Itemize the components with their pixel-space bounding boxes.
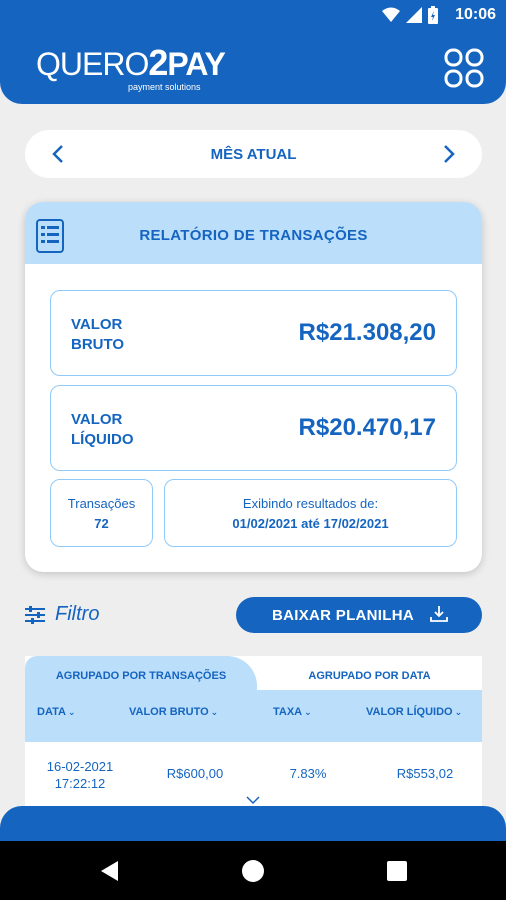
gross-value-box: VALOR BRUTO R$21.308,20 bbox=[50, 290, 457, 376]
sliders-icon bbox=[25, 605, 45, 624]
wifi-icon bbox=[382, 7, 400, 22]
gross-label-line1: VALOR bbox=[71, 316, 123, 333]
download-label: BAIXAR PLANILHA bbox=[272, 607, 414, 624]
transactions-label: Transações bbox=[67, 496, 136, 511]
transactions-report-card: RELATÓRIO DE TRANSAÇÕES VALOR BRUTO R$21.… bbox=[25, 202, 482, 572]
status-icons bbox=[382, 6, 438, 24]
chevron-down-icon[interactable] bbox=[245, 795, 261, 805]
recents-icon[interactable] bbox=[385, 859, 409, 883]
app-logo: QUERO2PAY payment solutions bbox=[36, 45, 226, 93]
logo-number: 2 bbox=[148, 42, 168, 83]
system-navigation-bar bbox=[0, 841, 506, 900]
logo-suffix: PAY bbox=[167, 46, 225, 82]
battery-icon bbox=[428, 6, 438, 24]
column-header-date[interactable]: DATA ⌄ bbox=[37, 706, 75, 718]
home-icon[interactable] bbox=[241, 859, 265, 883]
results-label: Exibindo resultados de: bbox=[242, 496, 379, 511]
filter-label: Filtro bbox=[55, 603, 100, 625]
results-range-box: Exibindo resultados de: 01/02/2021 até 1… bbox=[164, 479, 457, 547]
period-selector: MÊS ATUAL bbox=[25, 130, 482, 178]
row-date: 16-02-2021 bbox=[46, 759, 114, 774]
clock: 10:06 bbox=[455, 6, 496, 23]
row-net: R$553,02 bbox=[396, 766, 454, 781]
back-icon[interactable] bbox=[98, 859, 122, 883]
download-spreadsheet-button[interactable]: BAIXAR PLANILHA bbox=[236, 597, 482, 633]
table-header: DATA ⌄ VALOR BRUTO ⌄ TAXA ⌄ VALOR LÍQUIDO ⌄ bbox=[25, 690, 482, 742]
row-fee: 7.83% bbox=[289, 766, 327, 781]
column-header-fee[interactable]: TAXA ⌄ bbox=[273, 706, 312, 718]
signal-icon bbox=[406, 7, 422, 23]
download-icon bbox=[430, 606, 448, 622]
tab-grouped-by-transactions[interactable]: AGRUPADO POR TRANSAÇÕES bbox=[25, 656, 257, 690]
transactions-table: AGRUPADO POR TRANSAÇÕES AGRUPADO POR DAT… bbox=[25, 656, 482, 806]
tab-grouped-by-date[interactable]: AGRUPADO POR DATA bbox=[257, 656, 482, 690]
gross-label-line2: BRUTO bbox=[71, 336, 125, 353]
row-gross: R$600,00 bbox=[166, 766, 224, 781]
logo-tagline: payment solutions bbox=[128, 82, 201, 92]
logo-prefix: QUERO bbox=[36, 46, 149, 82]
period-label: MÊS ATUAL bbox=[210, 146, 297, 163]
report-header: RELATÓRIO DE TRANSAÇÕES bbox=[25, 202, 482, 264]
chevron-right-icon[interactable] bbox=[436, 142, 460, 166]
apps-grid-icon[interactable] bbox=[444, 48, 484, 88]
net-label-line1: VALOR bbox=[71, 411, 123, 428]
transactions-count: 72 bbox=[94, 516, 109, 531]
bottom-sheet[interactable] bbox=[0, 806, 506, 846]
app-header: QUERO2PAY payment solutions bbox=[0, 32, 506, 104]
status-bar: 10:06 bbox=[0, 0, 506, 32]
gross-value: R$21.308,20 bbox=[298, 319, 436, 346]
transactions-count-box: Transações 72 bbox=[50, 479, 153, 547]
column-header-net[interactable]: VALOR LÍQUIDO ⌄ bbox=[366, 706, 462, 718]
row-time: 17:22:12 bbox=[54, 776, 106, 791]
net-value: R$20.470,17 bbox=[298, 414, 436, 441]
column-header-gross[interactable]: VALOR BRUTO ⌄ bbox=[129, 706, 218, 718]
results-range: 01/02/2021 até 17/02/2021 bbox=[232, 516, 389, 531]
report-title: RELATÓRIO DE TRANSAÇÕES bbox=[139, 227, 368, 244]
net-value-box: VALOR LÍQUIDO R$20.470,17 bbox=[50, 385, 457, 471]
filter-button[interactable]: Filtro bbox=[25, 603, 99, 626]
net-label-line2: LÍQUIDO bbox=[71, 431, 134, 448]
